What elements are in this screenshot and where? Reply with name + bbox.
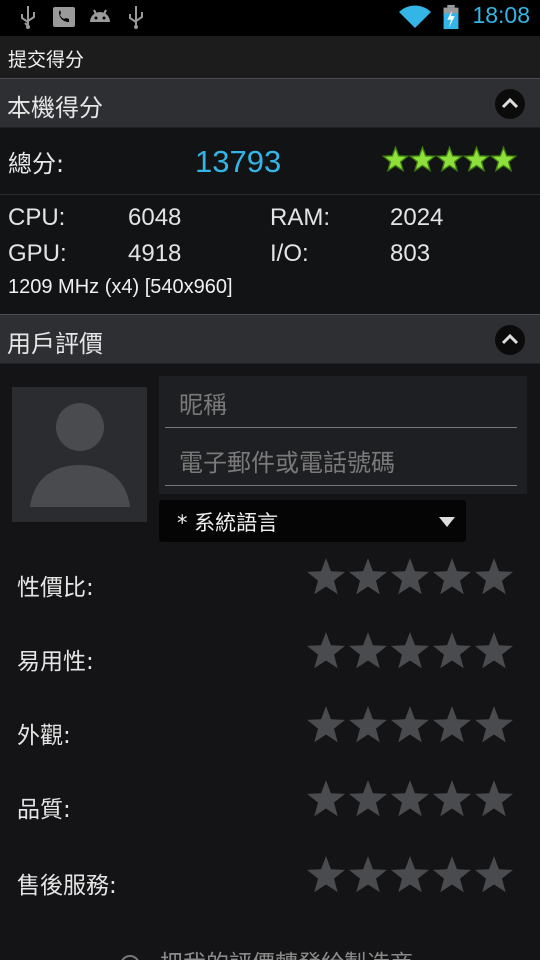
review-section-header[interactable]: 用戶評價 [0,314,540,364]
ram-value: 2024 [390,204,444,231]
language-select-value: * 系統語言 [177,511,279,535]
rating-stars [305,854,515,900]
rating-row-service: 售後服務: [0,854,540,910]
rating-label: 售後服務: [17,873,117,899]
rating-stars [305,778,515,824]
rating-row-value: 性價比: [0,556,540,612]
phone-icon [53,7,75,27]
nickname-input[interactable] [165,382,517,428]
gpu-label: GPU: [8,240,67,267]
language-select[interactable]: * 系統語言 [159,500,466,542]
empty-star-icon[interactable] [305,854,347,896]
collapse-score-button[interactable] [495,89,525,119]
score-panel: 總分: 13793 CPU: 6048 RAM: 2024 GPU: 4918 … [0,128,540,314]
empty-star-icon[interactable] [305,704,347,746]
empty-star-icon[interactable] [347,854,389,896]
rating-label: 性價比: [17,575,94,601]
io-label: I/O: [270,240,309,267]
avatar[interactable] [12,387,147,522]
review-panel: * 系統語言 性價比: 易用性: 外觀: 品質: 售後服務: 把我的評價轉發給製… [0,364,540,960]
gpu-value: 4918 [128,240,182,267]
contact-input[interactable] [165,440,517,486]
chevron-up-icon [501,333,519,345]
filled-star-icon [382,146,409,173]
empty-star-icon[interactable] [431,704,473,746]
empty-star-icon[interactable] [389,630,431,672]
empty-star-icon[interactable] [473,704,515,746]
dropdown-arrow-icon [439,517,455,527]
empty-star-icon[interactable] [473,854,515,896]
filled-star-icon [490,146,517,173]
empty-star-icon[interactable] [389,704,431,746]
wifi-icon [399,5,431,28]
rating-row-usability: 易用性: [0,630,540,686]
rating-row-quality: 品質: [0,778,540,834]
usb-icon [129,6,143,29]
rating-label: 品質: [17,797,71,823]
user-silhouette-icon [30,403,130,507]
divider [0,194,540,195]
empty-star-icon[interactable] [431,556,473,598]
empty-star-icon[interactable] [347,630,389,672]
forward-radio[interactable] [120,954,140,960]
score-section-title: 本機得分 [7,94,103,122]
forward-to-manufacturer-option[interactable]: 把我的評價轉發給製造商 [120,944,413,960]
rating-stars [305,630,515,676]
title-bar: 提交得分 [0,36,540,78]
rating-stars [305,704,515,750]
empty-star-icon[interactable] [305,556,347,598]
empty-star-icon[interactable] [305,630,347,672]
empty-star-icon[interactable] [305,778,347,820]
empty-star-icon[interactable] [431,630,473,672]
ram-label: RAM: [270,204,330,231]
clock: 18:08 [472,2,530,28]
filled-star-icon [409,146,436,173]
android-icon [90,9,110,22]
total-score-label: 總分: [8,150,65,178]
cpu-value: 6048 [128,204,182,231]
empty-star-icon[interactable] [389,778,431,820]
collapse-review-button[interactable] [495,325,525,355]
rating-label: 易用性: [17,649,94,675]
io-value: 803 [390,240,431,267]
filled-star-icon [463,146,490,173]
contact-form [159,376,527,494]
cpu-label: CPU: [8,204,66,231]
chevron-up-icon [501,97,519,109]
empty-star-icon[interactable] [347,778,389,820]
score-section-header[interactable]: 本機得分 [0,78,540,128]
forward-label: 把我的評價轉發給製造商 [160,951,413,960]
empty-star-icon[interactable] [473,556,515,598]
rating-label: 外觀: [17,723,71,749]
empty-star-icon[interactable] [389,854,431,896]
empty-star-icon[interactable] [431,854,473,896]
empty-star-icon[interactable] [347,704,389,746]
usb-icon [21,6,35,29]
empty-star-icon[interactable] [389,556,431,598]
device-info: 1209 MHz (x4) [540x960] [8,276,233,298]
empty-star-icon[interactable] [473,778,515,820]
total-score-value: 13793 [195,144,282,179]
filled-star-icon [436,146,463,173]
review-section-title: 用戶評價 [7,330,103,358]
rating-stars [305,556,515,602]
score-stars [382,146,517,177]
status-bar: 18:08 [0,0,540,36]
empty-star-icon[interactable] [347,556,389,598]
page-title: 提交得分 [8,49,85,71]
empty-star-icon[interactable] [473,630,515,672]
rating-row-appearance: 外觀: [0,704,540,760]
empty-star-icon[interactable] [431,778,473,820]
battery-charging-icon [443,4,459,30]
